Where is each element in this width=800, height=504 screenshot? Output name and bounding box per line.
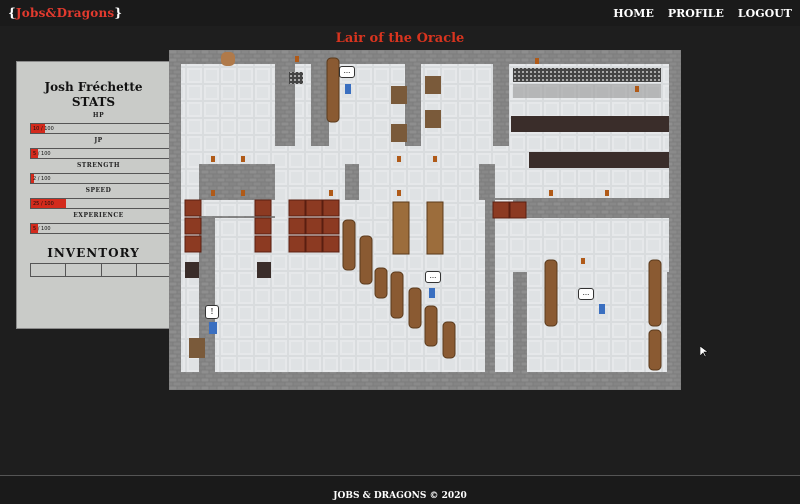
stat-label: EXPERIENCE: [73, 212, 124, 219]
navbar: {Jobs&Dragons} HOME PROFILE LOGOUT: [0, 0, 800, 26]
stat-value: 5 / 100: [33, 151, 51, 157]
nav-profile-link[interactable]: PROFILE: [668, 7, 724, 20]
inventory-slot[interactable]: [66, 264, 102, 276]
stat-bar: 2 / 100: [30, 173, 172, 184]
stat-label: HP: [92, 112, 105, 119]
stats-panel: Josh Fréchette STATS HP 10 / 100 JP 5 / …: [16, 61, 172, 329]
speech-bubble: !: [205, 305, 219, 319]
stat-label: JP: [94, 137, 103, 144]
speech-bubble: ...: [578, 288, 594, 300]
stat-jp: JP 5 / 100: [17, 136, 172, 159]
inventory-slot[interactable]: [31, 264, 67, 276]
nav-home-link[interactable]: HOME: [613, 7, 654, 20]
stat-bar: 5 / 100: [30, 223, 172, 234]
stat-speed: SPEED 25 / 100: [17, 186, 172, 209]
logo-brace-open: {: [8, 6, 16, 20]
inventory-slot[interactable]: [102, 264, 137, 276]
stat-bar: 25 / 100: [30, 198, 172, 209]
inventory-slot[interactable]: [137, 264, 171, 276]
app-logo[interactable]: {Jobs&Dragons}: [8, 6, 122, 20]
game-map[interactable]: ... ... ... !: [169, 50, 681, 390]
logo-text: Jobs&Dragons: [15, 6, 115, 20]
speech-bubble: ...: [339, 66, 355, 78]
stat-strength: STRENGTH 2 / 100: [17, 161, 172, 184]
stat-bar: 10 / 100: [30, 123, 172, 134]
stat-value: 2 / 100: [33, 176, 51, 182]
stat-value: 10 / 100: [33, 126, 54, 132]
mouse-cursor-icon: [700, 346, 708, 358]
door[interactable]: [221, 52, 235, 66]
stats-heading: STATS: [71, 95, 116, 109]
stat-experience: EXPERIENCE 5 / 100: [17, 211, 172, 234]
floor-grate: [289, 72, 303, 84]
stat-value: 5 / 100: [33, 226, 51, 232]
player-name: Josh Fréchette: [44, 80, 143, 94]
nav-links: HOME PROFILE LOGOUT: [613, 7, 792, 20]
iron-fence: [513, 68, 661, 82]
stat-label: STRENGTH: [76, 162, 121, 169]
inventory-grid: [30, 263, 172, 277]
stat-value: 25 / 100: [33, 201, 54, 207]
stat-label: SPEED: [85, 187, 112, 194]
nav-logout-link[interactable]: LOGOUT: [738, 7, 792, 20]
stat-hp: HP 10 / 100: [17, 111, 172, 134]
speech-bubble: ...: [425, 271, 441, 283]
stat-bar: 5 / 100: [30, 148, 172, 159]
logo-brace-close: }: [114, 6, 123, 20]
map-canvas[interactable]: [169, 50, 681, 390]
map-title: Lair of the Oracle: [335, 31, 465, 46]
inventory-heading: INVENTORY: [47, 246, 140, 260]
footer: JOBS & DRAGONS © 2020: [0, 475, 800, 504]
